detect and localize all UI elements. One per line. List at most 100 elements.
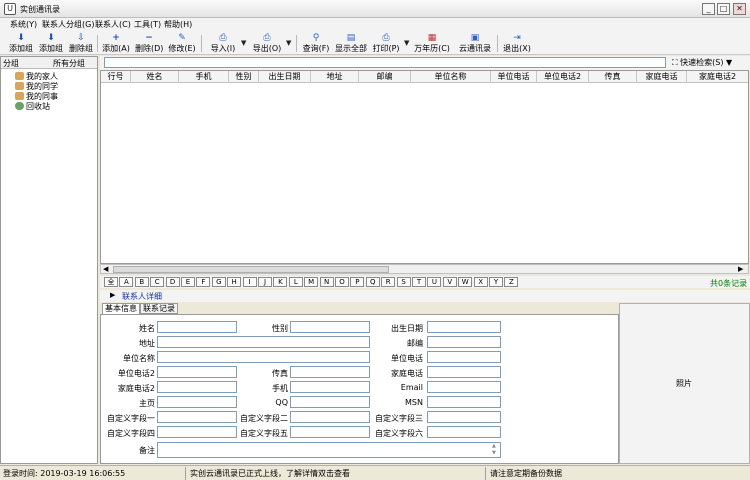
company-phone-field[interactable] [427,351,501,363]
delete-group-button[interactable]: ⇩ 删除组 [68,33,94,54]
alpha-filter-button[interactable]: M [304,277,319,287]
alpha-filter-button[interactable]: Q [365,277,380,287]
alpha-filter-button[interactable]: D [165,277,180,287]
column-header[interactable]: 单位电话 [491,71,537,83]
alpha-filter-button[interactable]: V [442,277,457,287]
menu-tools[interactable]: 工具(T) [134,19,161,30]
edit-contact-button[interactable]: ✎ 修改(E) [168,33,196,54]
alpha-filter-button[interactable]: J [258,277,272,287]
close-button[interactable]: ✕ [733,3,746,15]
home-phone-field[interactable] [427,366,501,378]
custom-field-2[interactable] [290,411,370,423]
alpha-filter-button[interactable]: N [319,277,334,287]
alpha-filter-button[interactable]: X [473,277,488,287]
column-header[interactable]: 传真 [589,71,637,83]
alpha-filter-button[interactable]: K [273,277,288,287]
column-header[interactable]: 地址 [311,71,359,83]
custom-field-4[interactable] [157,426,237,438]
alpha-filter-button[interactable]: U [427,277,442,287]
alpha-filter-button[interactable]: W [458,277,473,287]
column-header[interactable]: 行号 [101,71,131,83]
maximize-button[interactable]: □ [717,3,730,15]
add-group-button[interactable]: ⬇ 添加组 [8,33,34,54]
msn-field[interactable] [427,396,501,408]
show-all-button[interactable]: ▤ 显示全部 [334,33,368,54]
print-dropdown-arrow[interactable]: ▼ [404,39,409,47]
custom-field-5[interactable] [290,426,370,438]
column-header[interactable]: 性别 [229,71,259,83]
column-header[interactable]: 家庭电话2 [687,71,748,83]
column-header[interactable]: 单位电话2 [537,71,589,83]
alpha-filter-button[interactable]: 全 [104,277,118,287]
scroll-left-icon[interactable]: ◀ [103,265,108,273]
alpha-filter-button[interactable]: L [288,277,303,287]
column-header[interactable]: 出生日期 [259,71,311,83]
photo-panel[interactable]: 照片 [619,303,750,464]
quick-search-button[interactable]: ⛶ 快速检索(S) ▼ [672,57,732,68]
alpha-filter-button[interactable]: T [412,277,426,287]
alpha-filter-button[interactable]: P [350,277,365,287]
custom-field-6[interactable] [427,426,501,438]
mobile-field[interactable] [290,381,370,393]
calendar-button[interactable]: ▦ 万年历(C) [414,33,450,54]
scrollbar-thumb[interactable] [113,266,389,273]
alpha-filter-button[interactable]: O [335,277,349,287]
cloud-contacts-button[interactable]: ▣ 云通讯录 [458,33,492,54]
exit-button[interactable]: ⇥ 退出(X) [503,33,531,54]
spin-up-icon[interactable]: ▲ [492,443,496,449]
add-contact-button[interactable]: + 添加(A) [102,33,130,54]
alpha-filter-button[interactable]: A [119,277,134,287]
alpha-filter-button[interactable]: Y [489,277,503,287]
homepage-field[interactable] [157,396,237,408]
alpha-filter-button[interactable]: S [396,277,411,287]
email-field[interactable] [427,381,501,393]
query-button[interactable]: ⚲ 查询(F) [302,33,330,54]
name-field[interactable] [157,321,237,333]
gender-field[interactable] [290,321,370,333]
add-group-2-button[interactable]: ⬇ 添加组 [38,33,64,54]
print-button[interactable]: ⎙ 打印(P) [372,33,400,54]
column-header[interactable]: 手机 [179,71,229,83]
search-input[interactable] [104,57,666,68]
menu-system[interactable]: 系统(Y) [10,19,37,30]
alpha-filter-button[interactable]: G [211,277,226,287]
fax-field[interactable] [290,366,370,378]
home-phone-2-field[interactable] [157,381,237,393]
contact-detail-title[interactable]: 联系人详细 [122,291,162,302]
cloud-notice[interactable]: 实创云通讯录已正式上线，了解详情双击查看 [190,468,350,479]
company-field[interactable] [157,351,370,363]
custom-field-3[interactable] [427,411,501,423]
tab-basic-info[interactable]: 基本信息 [102,303,140,314]
tree-item-recycle-bin[interactable]: 回收站 [15,101,50,112]
address-field[interactable] [157,336,370,348]
menu-help[interactable]: 帮助(H) [164,19,192,30]
horizontal-scrollbar[interactable]: ◀ ▶ [100,264,749,274]
alpha-filter-button[interactable]: R [381,277,396,287]
column-header[interactable]: 姓名 [131,71,179,83]
note-field[interactable]: ▲ ▼ [157,442,501,458]
menu-contact[interactable]: 联系人(C) [95,19,131,30]
alpha-filter-button[interactable]: B [134,277,149,287]
zip-field[interactable] [427,336,501,348]
import-dropdown-arrow[interactable]: ▼ [241,39,246,47]
delete-contact-button[interactable]: − 删除(D) [135,33,163,54]
alpha-filter-button[interactable]: H [227,277,242,287]
alpha-filter-button[interactable]: I [242,277,257,287]
qq-field[interactable] [290,396,370,408]
birth-date-field[interactable] [427,321,501,333]
alpha-filter-button[interactable]: F [196,277,211,287]
alpha-filter-button[interactable]: E [181,277,195,287]
alpha-filter-button[interactable]: Z [504,277,519,287]
column-header[interactable]: 邮编 [359,71,411,83]
custom-field-1[interactable] [157,411,237,423]
contact-grid[interactable]: 行号 姓名 手机 性别 出生日期 地址 邮编 单位名称 单位电话 单位电话2 传… [100,70,749,264]
alpha-filter-button[interactable]: C [150,277,165,287]
import-button[interactable]: ⎙ 导入(I) [208,33,238,54]
company-phone-2-field[interactable] [157,366,237,378]
column-header[interactable]: 家庭电话 [637,71,687,83]
minimize-button[interactable]: _ [702,3,715,15]
export-button[interactable]: ⎙ 导出(O) [252,33,282,54]
scroll-right-icon[interactable]: ▶ [738,265,743,273]
spin-down-icon[interactable]: ▼ [492,450,496,456]
tab-contact-records[interactable]: 联系记录 [140,303,178,314]
